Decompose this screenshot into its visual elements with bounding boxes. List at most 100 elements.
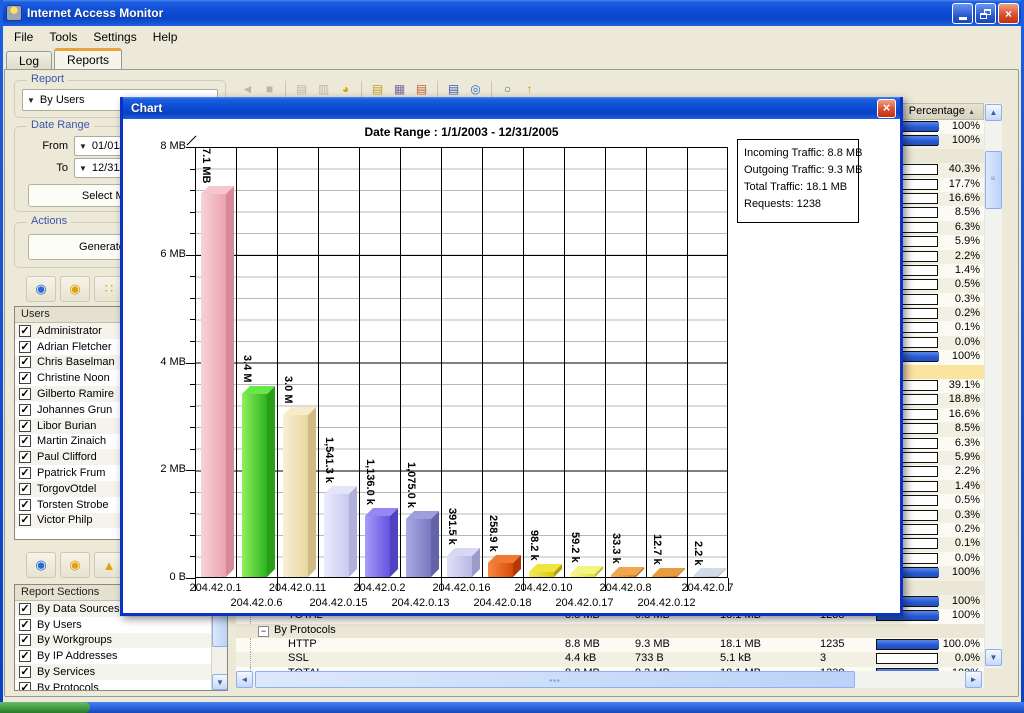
bar-value-label: 1,075.0 k xyxy=(405,462,417,508)
scroll-down-button[interactable]: ▼ xyxy=(212,674,228,690)
percentage-value: 0.0% xyxy=(955,652,980,664)
copy-icon: ▤ xyxy=(292,81,311,98)
tab-log[interactable]: Log xyxy=(6,51,52,70)
y-axis-minor-tick xyxy=(190,384,195,385)
horizontal-scrollbar[interactable]: ◄ ▪▪▪ ► xyxy=(236,671,984,688)
print-icon[interactable]: ▦ xyxy=(390,81,409,98)
horizontal-scrollbar-thumb[interactable]: ▪▪▪ xyxy=(255,671,855,688)
chevron-right-icon: ► xyxy=(970,675,978,684)
checkbox-checked[interactable]: ✓ xyxy=(19,483,31,495)
tab-reports[interactable]: Reports xyxy=(54,48,122,70)
close-button[interactable]: × xyxy=(998,3,1019,24)
dialog-title: Chart xyxy=(131,101,877,115)
minimize-icon xyxy=(959,17,967,20)
table-group-row[interactable]: −By Protocols xyxy=(236,624,984,638)
title-bar[interactable]: Internet Access Monitor × xyxy=(0,0,1024,26)
select-all-icon[interactable]: ◉ xyxy=(26,552,56,578)
section-row[interactable]: ✓By Workgroups xyxy=(15,633,227,649)
y-axis-minor-tick xyxy=(190,276,195,277)
section-row[interactable]: ✓By Users xyxy=(15,617,227,633)
scroll-down-button[interactable]: ▼ xyxy=(985,649,1002,666)
chart-bar-side xyxy=(349,486,357,577)
chart-title: Date Range : 1/1/2003 - 12/31/2005 xyxy=(195,125,728,139)
report-add-icon[interactable]: ▤ xyxy=(368,81,387,98)
table-row[interactable]: SSL4.4 kB733 B5.1 kB30.0% xyxy=(236,652,984,666)
checkbox-checked[interactable]: ✓ xyxy=(19,404,31,416)
checkbox-checked[interactable]: ✓ xyxy=(19,682,31,691)
y-axis-label: 8 MB xyxy=(141,140,186,152)
chart-dialog: Chart × Date Range : 1/1/2003 - 12/31/20… xyxy=(120,97,903,616)
checkbox-checked[interactable]: ✓ xyxy=(19,341,31,353)
toolbar-separator xyxy=(437,81,438,97)
checkbox-checked[interactable]: ✓ xyxy=(19,467,31,479)
x-axis-label: 204.42.0.1 xyxy=(175,582,257,594)
checkbox-checked[interactable]: ✓ xyxy=(19,499,31,511)
taskbar[interactable] xyxy=(0,702,1024,713)
user-row-label: Martin Zinaich xyxy=(37,435,106,447)
start-button[interactable] xyxy=(0,702,90,713)
y-axis-minor-tick xyxy=(190,212,195,213)
user-row-label: Chris Baselman xyxy=(37,356,115,368)
checkbox-checked[interactable]: ✓ xyxy=(19,619,31,631)
y-axis-tick xyxy=(186,147,195,148)
dialog-close-button[interactable]: × xyxy=(877,99,896,118)
vertical-scrollbar[interactable]: ▲ ≡ ▼ xyxy=(985,103,1002,668)
user-report-icon[interactable]: ▤ xyxy=(444,81,463,98)
percentage-value: 39.1% xyxy=(949,379,980,391)
y-axis-minor-tick xyxy=(190,190,195,191)
menu-item-settings[interactable]: Settings xyxy=(86,28,143,46)
checkbox-checked[interactable]: ✓ xyxy=(19,435,31,447)
menu-item-tools[interactable]: Tools xyxy=(42,28,84,46)
checkbox-checked[interactable]: ✓ xyxy=(19,420,31,432)
checkbox-checked[interactable]: ✓ xyxy=(19,603,31,615)
checkbox-checked[interactable]: ✓ xyxy=(19,372,31,384)
tree-line xyxy=(250,638,251,652)
y-axis-minor-tick xyxy=(190,319,195,320)
checkbox-checked[interactable]: ✓ xyxy=(19,356,31,368)
select-all-icon[interactable]: ◉ xyxy=(26,276,56,302)
menu-item-help[interactable]: Help xyxy=(146,28,185,46)
app-icon xyxy=(6,5,22,21)
scroll-up-button[interactable]: ▲ xyxy=(985,104,1002,121)
restore-button[interactable] xyxy=(975,3,996,24)
legend-entry: Requests: 1238 xyxy=(744,198,852,215)
table-row[interactable]: HTTP8.8 MB9.3 MB18.1 MB1235100.0% xyxy=(236,638,984,652)
chart-legend: Incoming Traffic: 8.8 MBOutgoing Traffic… xyxy=(737,139,859,223)
scroll-right-button[interactable]: ► xyxy=(965,671,982,688)
vertical-scrollbar-thumb[interactable]: ≡ xyxy=(985,151,1002,209)
toolbar-separator xyxy=(285,81,286,97)
percentage-value: 0.5% xyxy=(955,278,980,290)
checkbox-checked[interactable]: ✓ xyxy=(19,634,31,646)
search-icon[interactable]: ○ xyxy=(498,81,517,98)
checkbox-checked[interactable]: ✓ xyxy=(19,666,31,678)
section-row[interactable]: ✓By Protocols xyxy=(15,680,227,691)
section-row[interactable]: ✓By Services xyxy=(15,664,227,680)
checkbox-checked[interactable]: ✓ xyxy=(19,514,31,526)
checkbox-checked[interactable]: ✓ xyxy=(19,325,31,337)
bar-value-label: 59.2 k xyxy=(569,532,581,563)
checkbox-checked[interactable]: ✓ xyxy=(19,650,31,662)
x-axis-label: 204.42.0.16 xyxy=(421,582,503,594)
percentage-value: 6.3% xyxy=(955,221,980,233)
tab-strip: LogReports xyxy=(6,48,122,70)
pie-chart-icon[interactable]: ◕ xyxy=(336,81,355,98)
x-axis-label: 204.42.0.2 xyxy=(339,582,421,594)
export-up-icon[interactable]: ↑ xyxy=(520,81,539,98)
y-axis-minor-tick xyxy=(190,341,195,342)
deselect-all-icon[interactable]: ◉ xyxy=(60,552,90,578)
chart-bar xyxy=(611,575,636,577)
checkbox-checked[interactable]: ✓ xyxy=(19,451,31,463)
section-row[interactable]: ✓By IP Addresses xyxy=(15,648,227,664)
collapse-icon[interactable]: − xyxy=(258,626,269,637)
scroll-left-button[interactable]: ◄ xyxy=(236,671,253,688)
user-row-label: Libor Burian xyxy=(37,420,96,432)
dialog-title-bar[interactable]: Chart × xyxy=(123,97,900,119)
minimize-button[interactable] xyxy=(952,3,973,24)
report-export-icon[interactable]: ▤ xyxy=(412,81,431,98)
deselect-all-icon[interactable]: ◉ xyxy=(60,276,90,302)
find-add-icon[interactable]: ◎ xyxy=(466,81,485,98)
checkbox-checked[interactable]: ✓ xyxy=(19,388,31,400)
user-row-label: Paul Clifford xyxy=(37,451,97,463)
menu-item-file[interactable]: File xyxy=(7,28,40,46)
chart-bar xyxy=(324,494,349,577)
